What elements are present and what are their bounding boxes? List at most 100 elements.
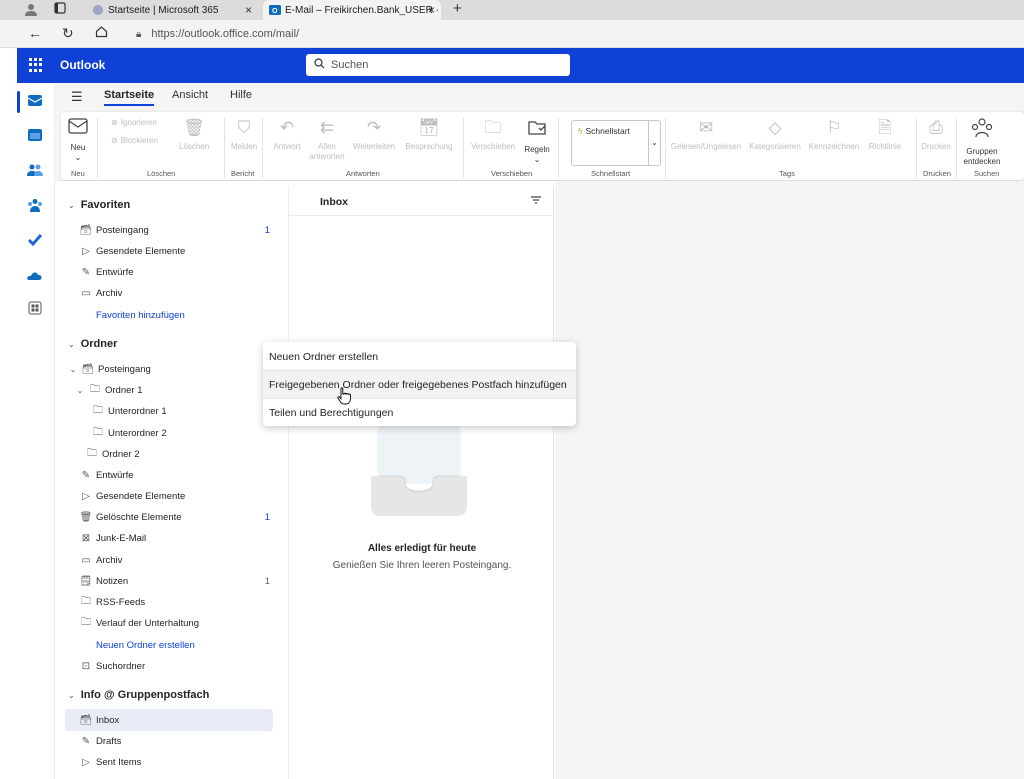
folder-item-junk[interactable]: ⊠ Junk-E-Mail [79, 529, 146, 547]
flag-button[interactable]: ⚐ Kennzeichnen [807, 118, 861, 152]
refresh-icon[interactable]: ↻ [62, 25, 74, 42]
pencil-icon: ✎ [81, 266, 91, 278]
tag-icon: ◇ [768, 118, 782, 137]
folder-item-archive-2[interactable]: ▭ Archiv [79, 551, 122, 569]
folder-item-group-inbox[interactable]: 🗃︎ Inbox [79, 711, 120, 729]
back-icon[interactable]: ← [28, 25, 42, 41]
add-favorites-link[interactable]: Favoriten hinzufügen [96, 306, 185, 324]
profile-icon[interactable] [24, 2, 38, 19]
app-name[interactable]: Outlook [60, 58, 105, 72]
categorize-button[interactable]: ◇ Kategorisieren [745, 118, 805, 152]
folder-item-conversation-history[interactable]: 🗀 Verlauf der Unterhaltung [79, 614, 199, 632]
close-tab-icon[interactable]: × [428, 3, 435, 17]
new-folder-link[interactable]: Neuen Ordner erstellen [96, 636, 195, 654]
message-list-title: Inbox [320, 196, 348, 208]
archive-icon: ▭ [81, 287, 91, 299]
home-icon[interactable] [95, 25, 108, 41]
folder-move-icon: 🗀 [484, 118, 502, 137]
reply-all-button[interactable]: ⇇ Allen antworten [307, 118, 347, 162]
divider [463, 118, 464, 178]
menu-item-add-shared-folder[interactable]: Freigegebenen Ordner oder freigegebenes … [263, 371, 576, 398]
folder-item-archive[interactable]: ▭ Archiv [79, 284, 122, 302]
folder-pane: ⌄ Favoriten 🗃︎ Posteingang 1 ▷ Gesendete El… [55, 181, 288, 779]
rules-button[interactable]: Regeln ⌄ [521, 118, 553, 165]
folder-item-group-sent[interactable]: ▷ Sent Items [79, 753, 141, 771]
people-icon[interactable] [27, 163, 43, 177]
folder-label: Entwürfe [96, 266, 134, 278]
reply-button[interactable]: ↶ Antwort [269, 118, 305, 152]
meeting-button[interactable]: 📅︎ Besprechung [401, 118, 457, 152]
url-field[interactable]: 🔒︎ https://outlook.office.com/mail/ [136, 25, 299, 43]
chevron-down-icon[interactable]: ⌄ [534, 155, 541, 164]
mail-icon[interactable] [27, 93, 43, 107]
print-button[interactable]: ⎙ Drucken [920, 118, 952, 152]
url-text: https://outlook.office.com/mail/ [151, 28, 300, 40]
folder-item-unterordner1[interactable]: 🗀 Unterordner 1 [91, 402, 167, 420]
chevron-down-icon[interactable]: ⌄ [68, 365, 78, 374]
menu-icon[interactable]: ☰ [71, 89, 83, 105]
chevron-down-icon[interactable]: ⌄ [648, 121, 660, 165]
folder-item-drafts-2[interactable]: ✎ Entwürfe [79, 466, 134, 484]
folder-item-notes[interactable]: 🗒︎ Notizen [79, 572, 129, 590]
tab-startseite[interactable]: Startseite [104, 89, 155, 106]
group-label-quickstep: Schnellstart [591, 169, 631, 178]
move-label: Verschieben [470, 142, 516, 151]
policy-button[interactable]: 🗎︎ Richtlinie [864, 118, 906, 152]
move-button[interactable]: 🗀 Verschieben [468, 118, 518, 152]
folder-item-drafts[interactable]: ✎ Entwürfe [79, 263, 134, 281]
groups-icon[interactable] [27, 198, 43, 212]
tab-actions-icon[interactable] [54, 2, 66, 17]
ignore-button[interactable]: ⊗ Ignorieren [111, 118, 157, 127]
shield-alert-icon: ⛉ [237, 118, 251, 137]
ribbon-panel: Neu ⌄ Neu ⊗ Ignorieren ⊘ Blockieren 🗑︎ Lös… [61, 112, 1024, 180]
onedrive-icon[interactable] [27, 268, 43, 282]
folder-item-deleted[interactable]: 🗑︎ Gelöschte Elemente [79, 508, 182, 526]
calendar-icon[interactable] [27, 128, 43, 142]
tab-title: E-Mail – Freikirchen.Bank_USER · [285, 4, 439, 16]
folder-item-search-folders[interactable]: ⊡ Suchordner [79, 657, 145, 675]
tab-hilfe[interactable]: Hilfe [230, 89, 252, 101]
chevron-down-icon[interactable]: ⌄ [75, 153, 82, 162]
block-button[interactable]: ⊘ Blockieren [111, 136, 158, 145]
group-mailbox-header[interactable]: ⌄ Info @ Gruppenpostfach [68, 689, 209, 701]
browser-tab-outlook[interactable]: O E-Mail – Freikirchen.Bank_USER · × [263, 0, 441, 20]
new-mail-button[interactable]: Neu ⌄ [65, 118, 91, 163]
discover-groups-button[interactable]: Gruppen entdecken [959, 118, 1005, 167]
folder-item-sent-2[interactable]: ▷ Gesendete Elemente [79, 487, 185, 505]
delete-button[interactable]: 🗑︎ Löschen [179, 118, 209, 152]
read-unread-button[interactable]: ✉︎ Gelesen/Ungelesen [668, 118, 744, 152]
folder-label: Verlauf der Unterhaltung [96, 617, 199, 629]
browser-tab-microsoft365[interactable]: Startseite | Microsoft 365 × [86, 0, 258, 20]
folder-item-rss[interactable]: 🗀 RSS-Feeds [79, 593, 145, 611]
folder-item-sent[interactable]: ▷ Gesendete Elemente [79, 242, 185, 260]
folder-item-posteingang[interactable]: ⌄ 🗃︎ Posteingang [68, 360, 151, 378]
folder-label: Ordner 2 [102, 448, 140, 460]
archive-icon: ▭ [81, 554, 91, 566]
folder-icon: 🗀 [93, 426, 103, 438]
menu-item-new-folder[interactable]: Neuen Ordner erstellen [263, 343, 576, 370]
menu-item-sharing-permissions[interactable]: Teilen und Berechtigungen [263, 399, 576, 426]
ignore-icon: ⊗ [111, 118, 118, 127]
search-input[interactable]: Suchen [306, 54, 570, 76]
folder-label: Entwürfe [96, 469, 134, 481]
folders-header[interactable]: ⌄ Ordner [68, 338, 117, 350]
reading-pane [555, 181, 1024, 779]
favorites-header[interactable]: ⌄ Favoriten [68, 199, 130, 211]
folder-item-unterordner2[interactable]: 🗀 Unterordner 2 [91, 424, 167, 442]
chevron-down-icon[interactable]: ⌄ [75, 386, 85, 395]
folder-item-group-drafts[interactable]: ✎ Drafts [79, 732, 122, 750]
folder-item-ordner2[interactable]: 🗀 Ordner 2 [85, 445, 140, 463]
policy-icon: 🗎︎ [878, 118, 892, 137]
folder-item-inbox[interactable]: 🗃︎ Posteingang [79, 221, 149, 239]
todo-icon[interactable] [27, 233, 43, 247]
new-tab-icon[interactable]: + [453, 0, 462, 17]
forward-button[interactable]: ↷ Weiterleiten [349, 118, 399, 152]
folder-item-ordner1[interactable]: ⌄ 🗀 Ordner 1 [75, 381, 143, 399]
more-apps-icon[interactable] [27, 301, 43, 315]
app-launcher-icon[interactable] [29, 58, 43, 72]
report-button[interactable]: ⛉ Melden [229, 118, 259, 152]
quickstep-gallery[interactable]: ϟ Schnellstart ⌄ [571, 120, 661, 166]
filter-icon[interactable] [531, 196, 541, 207]
tab-ansicht[interactable]: Ansicht [172, 89, 208, 101]
close-tab-icon[interactable]: × [245, 3, 252, 17]
